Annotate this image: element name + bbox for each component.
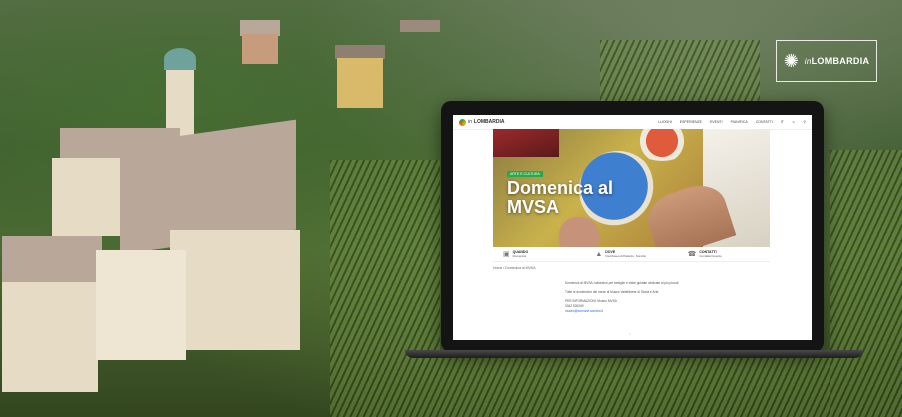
logo-prefix: in [804,57,812,66]
info-when: ▣ QUANDO Domenica [493,250,585,258]
info-contacts: ☎ CONTATTI Contatta l'evento [678,250,770,258]
inlombardia-logo[interactable]: ✺ inLOMBARDIA [776,40,877,82]
laptop-base [405,350,863,358]
category-tag[interactable]: ARTE E CULTURA [507,171,543,177]
info-where: ▲ DOVE Via Museo di Palazzo, Sondrio [585,250,677,258]
description-paragraph-2: Tutte le domeniche del mese al Museo Val… [565,290,660,294]
info-phone[interactable]: 0342 526269 [565,304,584,308]
site-nav: LUOGHI ESPERIENZE EVENTI PIANIFICA CONTA… [658,120,806,124]
site-brand-name: LOMBARDIA [473,119,505,125]
title-line-2: MVSA [507,197,560,217]
sun-icon: ✺ [783,51,799,71]
title-line-1: Domenica al [507,178,614,198]
info-when-value: Domenica [512,254,527,258]
nav-item-esperienze[interactable]: ESPERIENZE [680,120,702,124]
language-selector[interactable]: IT [781,120,784,124]
search-icon[interactable]: ⚲ [803,120,806,124]
calendar-icon: ▣ [503,251,510,258]
site-logo-icon [459,118,466,126]
logo-name: LOMBARDIA [811,56,870,66]
site-logo[interactable]: in LOMBARDIA [459,118,505,126]
nav-item-eventi[interactable]: EVENTI [710,120,723,124]
site-header: in LOMBARDIA LUOGHI ESPERIENZE EVENTI PIA… [453,115,812,130]
hero-image: ARTE E CULTURA Domenica al MVSA [493,129,770,247]
nav-item-luoghi[interactable]: LUOGHI [658,120,671,124]
nav-item-contatti[interactable]: CONTATTI [756,120,773,124]
event-info-bar: ▣ QUANDO Domenica ▲ DOVE Via Museo di Pala… [493,247,770,262]
laptop-screen: in LOMBARDIA LUOGHI ESPERIENZE EVENTI PIA… [453,115,812,340]
laptop: in LOMBARDIA LUOGHI ESPERIENZE EVENTI PIA… [441,101,824,352]
info-email-link[interactable]: museo@comune.sondrio.it [565,309,603,313]
user-icon[interactable]: ☺ [792,120,796,124]
page-title: Domenica al MVSA [507,179,613,217]
description-paragraph-1: Domenica al MVSA: laboratori per famigli… [565,281,680,285]
info-contacts-value[interactable]: Contatta l'evento [699,254,721,258]
info-label: PER INFORMAZIONI: Museo MVSA [565,299,617,303]
site-brand-prefix: in [468,119,472,125]
nav-item-pianifica[interactable]: PIANIFICA [731,120,748,124]
pager-arrow[interactable]: ‹ [629,331,630,336]
event-description: Domenica al MVSA: laboratori per famigli… [565,281,715,318]
pin-icon: ▲ [595,250,603,258]
phone-icon: ☎ [687,251,697,258]
breadcrumb[interactable]: Home / Domenica al MVSA [493,266,536,270]
info-where-value: Via Museo di Palazzo, Sondrio [605,254,647,258]
